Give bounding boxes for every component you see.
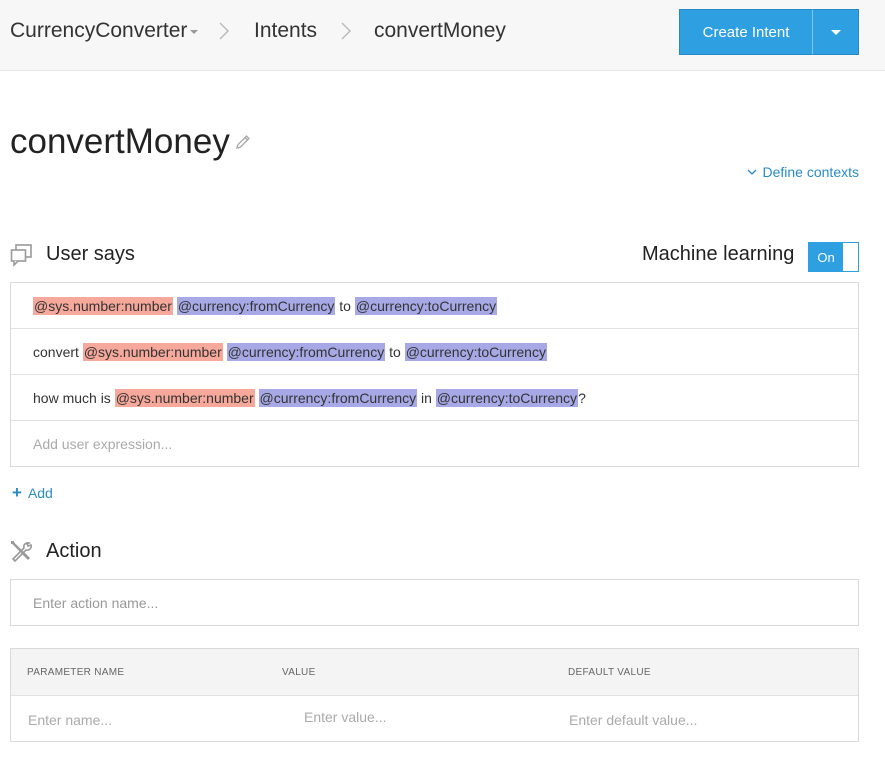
top-bar: CurrencyConverter Intents convertMoney C…	[0, 0, 885, 71]
parameter-value-input[interactable]: Enter value...	[304, 709, 387, 725]
chevron-down-icon	[830, 29, 841, 35]
parameter-name-input[interactable]: Enter name...	[28, 712, 112, 728]
intent-title: convertMoney	[10, 122, 230, 161]
system-entity-tag[interactable]: @sys.number:number	[82, 342, 223, 361]
toggle-on-label: On	[809, 243, 843, 271]
user-expressions-list: @sys.number:number @currency:fromCurrenc…	[10, 282, 859, 467]
plus-icon: +	[12, 483, 22, 502]
action-heading: Action	[46, 540, 102, 562]
user-expression-row[interactable]: convert @sys.number:number @currency:fro…	[11, 329, 858, 375]
create-intent-dropdown-button[interactable]	[812, 9, 859, 55]
parameter-default-value-input[interactable]: Enter default value...	[569, 712, 697, 728]
parameters-table-header: PARAMETER NAME VALUE DEFAULT VALUE	[11, 649, 858, 696]
machine-learning-toggle[interactable]: On	[808, 242, 859, 272]
wrench-screwdriver-icon	[9, 539, 33, 563]
custom-entity-tag[interactable]: @currency:toCurrency	[354, 296, 498, 315]
expression-text: how much is	[33, 389, 115, 406]
add-expression-button[interactable]: + Add	[12, 484, 53, 501]
create-intent-button[interactable]: Create Intent	[679, 9, 812, 55]
breadcrumb-current: convertMoney	[374, 19, 506, 42]
expression-text: ?	[578, 389, 586, 406]
define-contexts-link[interactable]: Define contexts	[747, 164, 860, 180]
expression-text: to	[335, 297, 355, 314]
breadcrumb-separator-icon	[218, 21, 230, 41]
system-entity-tag[interactable]: @sys.number:number	[114, 388, 255, 407]
custom-entity-tag[interactable]: @currency:toCurrency	[435, 388, 579, 407]
column-header-default-value: DEFAULT VALUE	[568, 667, 651, 678]
user-expression-row[interactable]: how much is @sys.number:number @currency…	[11, 375, 858, 421]
breadcrumb-separator-icon	[340, 21, 352, 41]
expression-text: to	[385, 343, 405, 360]
expression-text: in	[417, 389, 436, 406]
add-user-expression-input[interactable]: Add user expression...	[11, 421, 858, 467]
parameters-table: PARAMETER NAME VALUE DEFAULT VALUE Enter…	[10, 648, 859, 742]
chevron-down-icon	[747, 169, 756, 175]
agent-selector[interactable]: CurrencyConverter	[10, 19, 187, 43]
custom-entity-tag[interactable]: @currency:fromCurrency	[226, 342, 386, 361]
edit-pencil-icon[interactable]	[234, 133, 252, 151]
add-label: Add	[27, 484, 53, 501]
custom-entity-tag[interactable]: @currency:fromCurrency	[258, 388, 418, 407]
action-name-input[interactable]: Enter action name...	[10, 579, 859, 626]
custom-entity-tag[interactable]: @currency:toCurrency	[404, 342, 547, 361]
custom-entity-tag[interactable]: @currency:fromCurrency	[176, 296, 336, 315]
define-contexts-label: Define contexts	[762, 164, 860, 180]
expression-text: convert	[33, 343, 83, 360]
column-header-parameter-name: PARAMETER NAME	[27, 667, 125, 678]
user-says-icon	[10, 243, 34, 267]
column-header-value: VALUE	[282, 667, 316, 678]
parameter-row: Enter name... Enter value... Enter defau…	[11, 696, 858, 742]
machine-learning-label: Machine learning	[642, 243, 795, 265]
system-entity-tag[interactable]: @sys.number:number	[33, 296, 173, 315]
user-expression-row[interactable]: @sys.number:number @currency:fromCurrenc…	[11, 283, 858, 329]
user-says-heading: User says	[46, 243, 135, 265]
agent-dropdown-caret-icon[interactable]	[190, 30, 198, 34]
breadcrumb-intents[interactable]: Intents	[254, 19, 317, 43]
